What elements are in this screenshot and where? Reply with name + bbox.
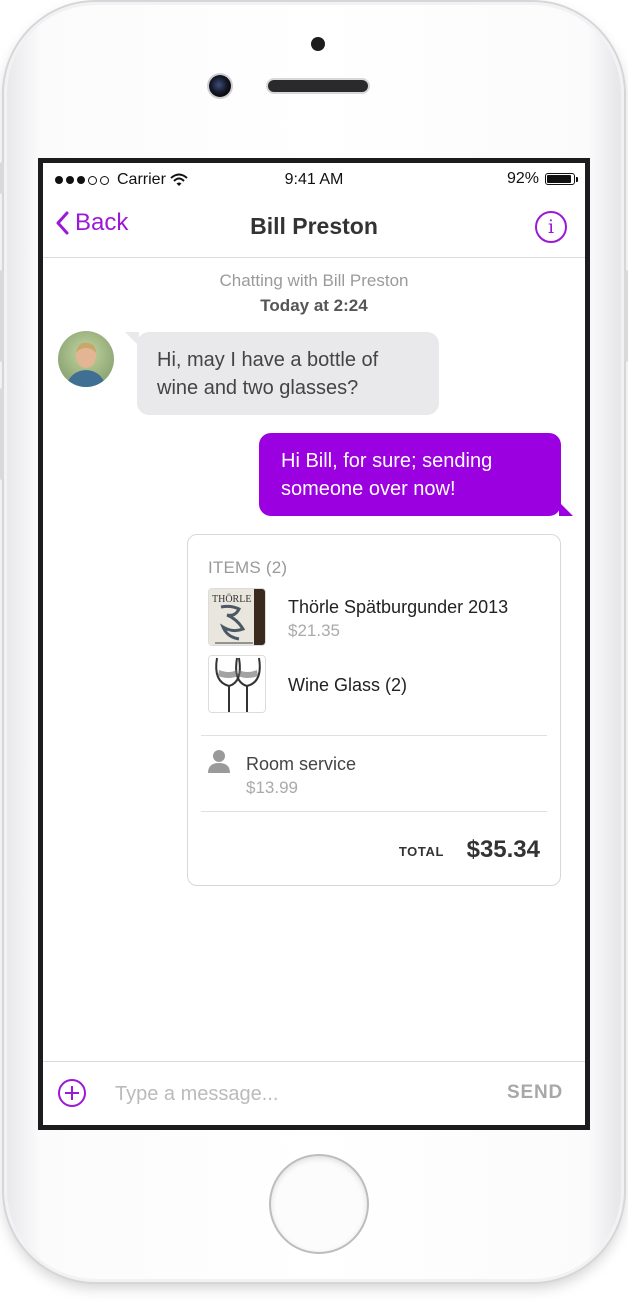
battery-icon — [545, 173, 578, 185]
chat-meta-label: Chatting with Bill Preston — [219, 271, 409, 290]
total-label: TOTAL — [398, 844, 444, 859]
chat-timestamp: Today at 2:24 — [260, 296, 368, 315]
total-value: $35.34 — [466, 836, 540, 863]
item-price: $21.35 — [288, 621, 340, 640]
item-name: Thörle Spätburgunder 2013 — [288, 597, 509, 617]
order-card[interactable]: ITEMS (2) THÖRLE Thörle Spätburgunder 20… — [187, 534, 561, 886]
status-time: 9:41 AM — [284, 171, 344, 188]
service-name: Room service — [246, 754, 357, 774]
volume-down-button — [0, 388, 4, 480]
items-header: ITEMS (2) — [208, 558, 288, 577]
order-item[interactable]: THÖRLE Thörle Spätburgunder 2013 $21.35 — [208, 588, 538, 646]
avatar[interactable] — [58, 331, 114, 387]
incoming-message: Hi, may I have a bottle of wine and two … — [125, 332, 439, 415]
battery-percent: 92% — [506, 170, 539, 187]
message-composer: SEND — [43, 1061, 585, 1125]
earpiece-speaker — [268, 80, 368, 92]
service-price: $13.99 — [246, 778, 298, 797]
info-button[interactable]: i — [535, 211, 567, 243]
outgoing-message: Hi Bill, for sure; sending someone over … — [259, 433, 573, 516]
send-button[interactable]: SEND — [507, 1082, 563, 1104]
navigation-bar: Back Bill Preston i — [43, 195, 585, 258]
item-name: Wine Glass (2) — [288, 675, 408, 695]
home-button[interactable] — [269, 1154, 369, 1254]
front-camera — [209, 75, 231, 97]
info-icon: i — [547, 216, 555, 238]
divider — [201, 811, 547, 812]
screen-bezel: Carrier 9:41 AM 92% Back Bill Preston i … — [38, 158, 590, 1130]
message-input[interactable] — [113, 1076, 477, 1112]
add-attachment-button[interactable] — [58, 1079, 86, 1107]
app-display: Carrier 9:41 AM 92% Back Bill Preston i … — [43, 163, 585, 1125]
volume-up-button — [0, 270, 4, 362]
status-right: 92% — [506, 170, 578, 188]
status-bar: Carrier 9:41 AM 92% — [43, 163, 585, 195]
wine-bottle-thumbnail: THÖRLE — [208, 588, 266, 646]
wine-glass-thumbnail — [208, 655, 266, 713]
proximity-sensor — [311, 37, 325, 51]
person-icon — [208, 750, 230, 773]
power-button — [624, 270, 628, 362]
order-item[interactable]: Wine Glass (2) — [208, 655, 538, 713]
wine-label-text: THÖRLE — [212, 593, 251, 605]
page-title: Bill Preston — [250, 213, 378, 239]
divider — [201, 735, 547, 736]
mute-switch — [0, 162, 4, 194]
